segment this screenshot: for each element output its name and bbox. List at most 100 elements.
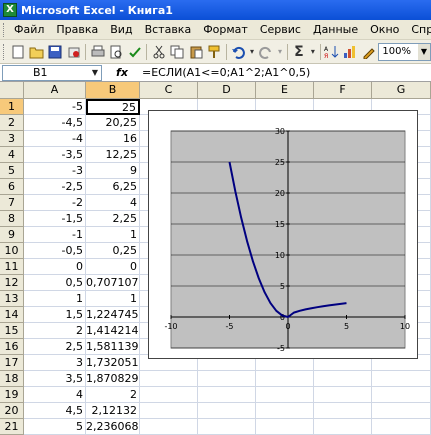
cell-d[interactable] (198, 387, 256, 403)
cell-a[interactable]: -4 (24, 131, 86, 147)
column-header-a[interactable]: A (24, 82, 86, 99)
row-header[interactable]: 13 (0, 291, 24, 307)
row-header[interactable]: 17 (0, 355, 24, 371)
new-document-icon[interactable] (9, 42, 28, 62)
open-folder-icon[interactable] (28, 42, 47, 62)
cell-a[interactable]: -1 (24, 227, 86, 243)
cell-a[interactable]: 2 (24, 323, 86, 339)
cell-f[interactable] (314, 403, 372, 419)
cell-a[interactable]: 2,5 (24, 339, 86, 355)
column-header-f[interactable]: F (314, 82, 372, 99)
sort-ascending-icon[interactable]: АЯ (323, 42, 342, 62)
cell-b[interactable]: 2 (86, 387, 140, 403)
cell-b[interactable]: 2,12132 (86, 403, 140, 419)
line-chart[interactable]: -5051015202530-10-50510 (149, 111, 417, 358)
cell-d[interactable] (198, 419, 256, 435)
undo-icon[interactable] (229, 42, 248, 62)
spelling-icon[interactable] (126, 42, 145, 62)
cell-b[interactable]: 0,25 (86, 243, 140, 259)
cell-e[interactable] (256, 419, 314, 435)
cell-c[interactable] (140, 403, 198, 419)
cell-a[interactable]: -3 (24, 163, 86, 179)
permission-icon[interactable] (65, 42, 84, 62)
cell-a[interactable]: 3 (24, 355, 86, 371)
row-header[interactable]: 10 (0, 243, 24, 259)
row-header[interactable]: 15 (0, 323, 24, 339)
menu-file[interactable]: Файл (8, 23, 50, 36)
cell-b[interactable]: 1 (86, 227, 140, 243)
chart-area[interactable]: -5051015202530-10-50510 (148, 110, 418, 359)
cell-b[interactable]: 1,581139 (86, 339, 140, 355)
row-header[interactable]: 5 (0, 163, 24, 179)
row-header[interactable]: 19 (0, 387, 24, 403)
row-header[interactable]: 6 (0, 179, 24, 195)
format-painter-icon[interactable] (205, 42, 224, 62)
menu-edit[interactable]: Правка (50, 23, 104, 36)
cell-c[interactable] (140, 387, 198, 403)
cell-b[interactable]: 12,25 (86, 147, 140, 163)
cell-a[interactable]: -4,5 (24, 115, 86, 131)
menu-insert[interactable]: Вставка (139, 23, 198, 36)
cell-a[interactable]: 1,5 (24, 307, 86, 323)
cell-b[interactable]: 2,236068 (86, 419, 140, 435)
cell-b[interactable]: 0 (86, 259, 140, 275)
save-icon[interactable] (46, 42, 65, 62)
name-box[interactable]: B1 ▼ (2, 64, 102, 81)
cell-e[interactable] (256, 403, 314, 419)
cell-a[interactable]: 4,5 (24, 403, 86, 419)
autosum-dropdown-icon[interactable]: ▾ (308, 42, 317, 62)
menu-tools[interactable]: Сервис (254, 23, 307, 36)
column-header-e[interactable]: E (256, 82, 314, 99)
cell-b[interactable]: 6,25 (86, 179, 140, 195)
cell-b[interactable]: 1,414214 (86, 323, 140, 339)
cell-g[interactable] (372, 387, 431, 403)
cell-a[interactable]: -2,5 (24, 179, 86, 195)
row-header[interactable]: 8 (0, 211, 24, 227)
cell-g[interactable] (372, 403, 431, 419)
cell-b[interactable]: 2,25 (86, 211, 140, 227)
cell-f[interactable] (314, 419, 372, 435)
menu-help[interactable]: Справ (405, 23, 431, 36)
cell-g[interactable] (372, 419, 431, 435)
column-header-d[interactable]: D (198, 82, 256, 99)
row-header[interactable]: 3 (0, 131, 24, 147)
menu-format[interactable]: Формат (197, 23, 254, 36)
row-header[interactable]: 18 (0, 371, 24, 387)
zoom-select[interactable]: 100% ▼ (378, 42, 431, 61)
cell-d[interactable] (198, 371, 256, 387)
row-header[interactable]: 7 (0, 195, 24, 211)
cell-a[interactable]: -1,5 (24, 211, 86, 227)
row-header[interactable]: 9 (0, 227, 24, 243)
cell-a[interactable]: -5 (24, 99, 86, 115)
cell-a[interactable]: -3,5 (24, 147, 86, 163)
cell-b[interactable]: 1,224745 (86, 307, 140, 323)
cell-b[interactable]: 9 (86, 163, 140, 179)
drawing-icon[interactable] (360, 42, 379, 62)
row-header[interactable]: 14 (0, 307, 24, 323)
cell-a[interactable]: 5 (24, 419, 86, 435)
cut-icon[interactable] (149, 42, 168, 62)
insert-function-icon[interactable]: fx (102, 66, 142, 79)
menu-view[interactable]: Вид (104, 23, 138, 36)
cell-c[interactable] (140, 371, 198, 387)
toolbar-grip-handle[interactable] (3, 43, 6, 60)
row-header[interactable]: 12 (0, 275, 24, 291)
cell-g[interactable] (372, 371, 431, 387)
menu-data[interactable]: Данные (307, 23, 364, 36)
row-header[interactable]: 1 (0, 99, 24, 115)
row-header[interactable]: 2 (0, 115, 24, 131)
cell-b[interactable]: 0,707107 (86, 275, 140, 291)
cell-b[interactable]: 1 (86, 291, 140, 307)
cell-f[interactable] (314, 371, 372, 387)
zoom-dropdown-icon[interactable]: ▼ (417, 43, 430, 60)
cell-b[interactable]: 1,870829 (86, 371, 140, 387)
menu-window[interactable]: Окно (364, 23, 405, 36)
cell-b[interactable]: 16 (86, 131, 140, 147)
cell-a[interactable]: -0,5 (24, 243, 86, 259)
select-all-corner[interactable] (0, 82, 24, 99)
cell-c[interactable] (140, 419, 198, 435)
column-header-g[interactable]: G (372, 82, 431, 99)
autosum-icon[interactable]: Σ (290, 42, 309, 62)
menu-grip-handle[interactable] (3, 22, 4, 37)
row-header[interactable]: 16 (0, 339, 24, 355)
